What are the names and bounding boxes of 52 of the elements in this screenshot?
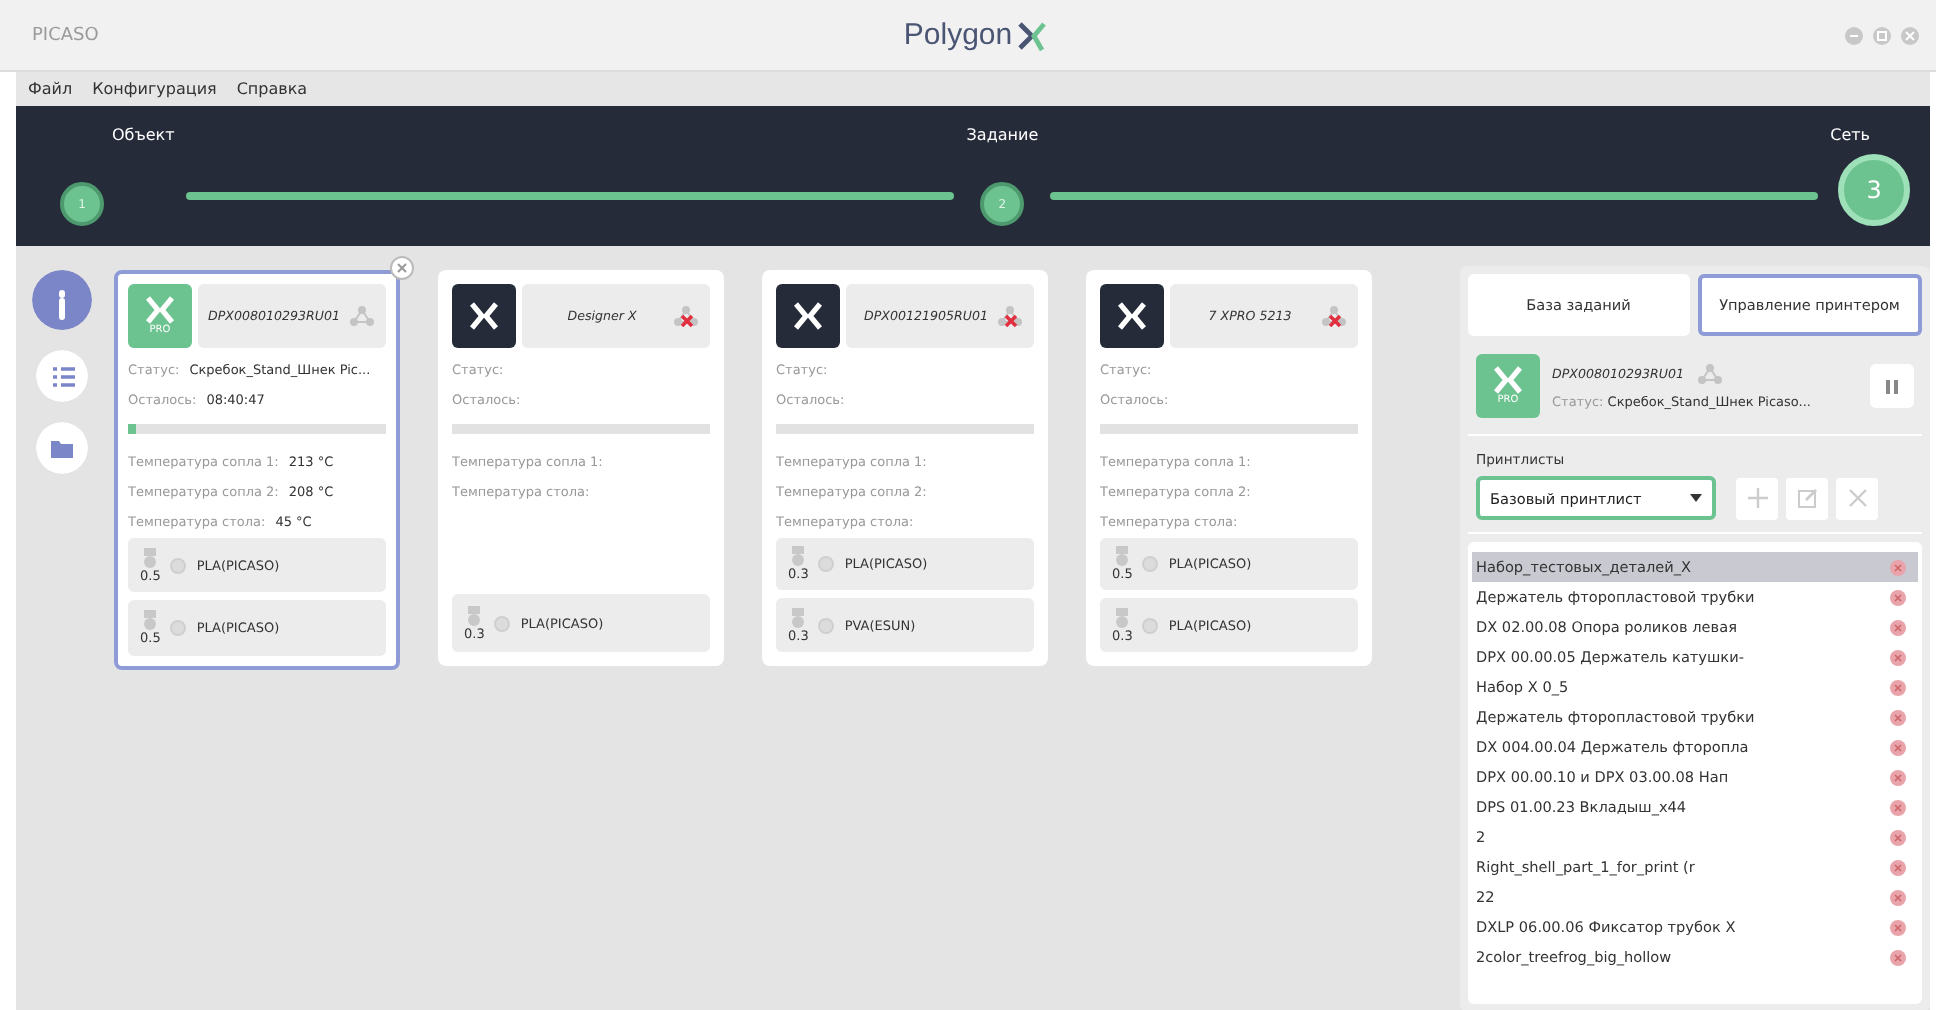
material-circle-icon [494, 615, 511, 631]
remove-icon[interactable] [1890, 739, 1906, 755]
x-mark-icon [792, 302, 824, 330]
close-icon[interactable] [390, 256, 414, 280]
remove-icon[interactable] [1890, 559, 1906, 575]
app-name: PICASO [32, 25, 101, 45]
app-logo-text: Polygon [903, 18, 1013, 52]
remove-icon[interactable] [1890, 679, 1906, 695]
nozzle-icon [790, 545, 807, 566]
delete-icon [1847, 488, 1867, 508]
menu-item[interactable]: Конфигурация [92, 80, 217, 98]
folder-icon[interactable] [36, 422, 88, 474]
nozzle-icon [466, 605, 483, 625]
logo-x-icon [1016, 19, 1049, 51]
edit-icon [1797, 488, 1817, 508]
remove-icon[interactable] [1890, 949, 1906, 965]
material-circle-icon [170, 620, 187, 637]
x-mark-icon [468, 302, 500, 330]
remove-icon[interactable] [1890, 769, 1906, 785]
material-circle-icon [170, 557, 187, 574]
remove-icon[interactable] [1890, 649, 1906, 665]
caret-icon [1690, 494, 1702, 502]
add-icon [1747, 488, 1767, 508]
nozzle-icon [142, 610, 159, 631]
remove-icon[interactable] [1890, 889, 1906, 905]
remove-icon[interactable] [1890, 709, 1906, 725]
material-circle-icon [1142, 555, 1159, 572]
material-circle-icon [1142, 617, 1159, 634]
material-circle-icon [818, 617, 835, 634]
remove-icon[interactable] [1890, 619, 1906, 635]
nozzle-icon [1114, 545, 1131, 566]
nozzle-icon [790, 607, 807, 628]
nozzle-icon [1114, 607, 1131, 628]
list-icon[interactable] [36, 350, 88, 402]
x-mark-icon [1116, 302, 1148, 330]
step-label: Сеть [1830, 126, 1871, 144]
step-label: Объект [112, 126, 175, 144]
remove-icon[interactable] [1890, 829, 1906, 845]
nozzle-icon [142, 547, 159, 568]
remove-icon[interactable] [1890, 589, 1906, 605]
pause-icon [1886, 379, 1898, 393]
x-mark-icon [144, 296, 176, 324]
info-icon[interactable] [32, 270, 92, 330]
remove-icon[interactable] [1890, 859, 1906, 875]
remove-icon[interactable] [1890, 919, 1906, 935]
material-circle-icon [818, 555, 835, 572]
remove-icon[interactable] [1890, 799, 1906, 815]
menu-item[interactable]: Файл [28, 80, 73, 98]
x-mark-icon [1492, 366, 1524, 394]
pause-button[interactable] [1870, 364, 1914, 408]
menu-item[interactable]: Справка [236, 80, 308, 98]
step-label: Задание [966, 126, 1039, 144]
